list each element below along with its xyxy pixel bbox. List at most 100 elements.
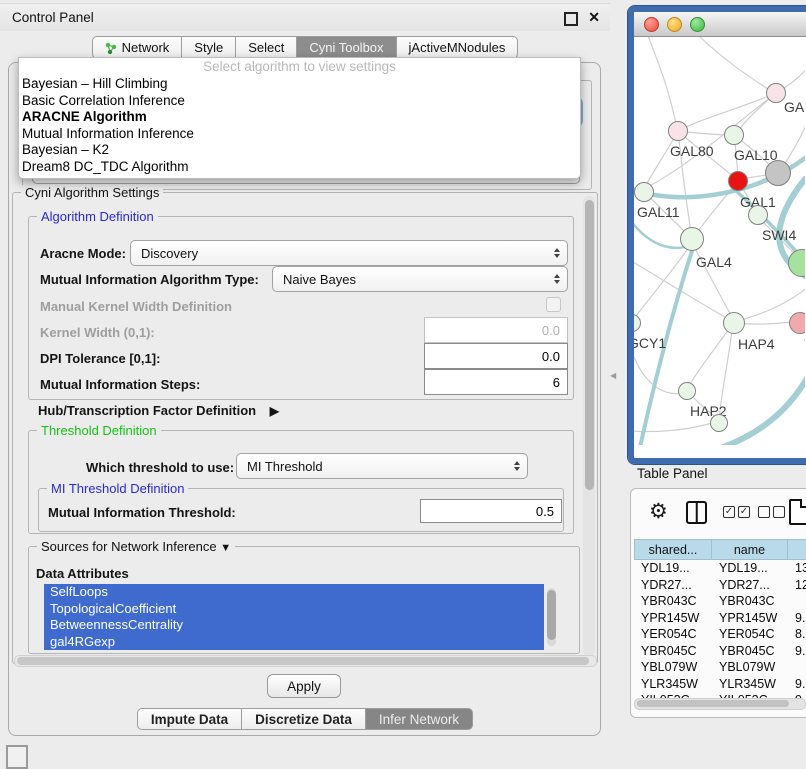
- network-node-hap4[interactable]: [723, 312, 745, 334]
- network-window-titlebar[interactable]: [634, 12, 806, 37]
- algorithm-option-bayesian-hill-climbing[interactable]: Bayesian – Hill Climbing: [19, 76, 580, 93]
- node-label-gal11: GAL11: [637, 204, 680, 220]
- tab-network[interactable]: Network: [92, 36, 183, 59]
- attribute-item-gal4rgexp[interactable]: gal4RGexp: [44, 634, 544, 651]
- threshold-definition-title: Threshold Definition: [37, 423, 161, 438]
- network-node-hap2[interactable]: [678, 382, 696, 400]
- network-node[interactable]: [710, 414, 728, 432]
- kernel-width-field[interactable]: 0.0: [424, 317, 568, 343]
- checked-checkbox-icon[interactable]: ✓: [738, 506, 750, 518]
- bottom-tab-discretize-data[interactable]: Discretize Data: [242, 708, 366, 730]
- zoom-traffic-light-icon[interactable]: [690, 17, 705, 32]
- network-node-swi4[interactable]: [748, 205, 768, 225]
- network-node-gal80[interactable]: [668, 121, 688, 141]
- network-node-gal11[interactable]: [634, 182, 654, 202]
- network-node-gal4[interactable]: [680, 227, 704, 251]
- table-cell: YBR043C: [634, 593, 712, 610]
- network-node[interactable]: [765, 160, 791, 186]
- algorithm-option-aracne-algorithm[interactable]: ARACNE Algorithm: [19, 109, 580, 126]
- mi-algorithm-type-combobox[interactable]: Naive Bayes: [272, 266, 568, 292]
- table-row[interactable]: YBL079WYBL079W: [634, 659, 806, 676]
- close-traffic-light-icon[interactable]: [644, 17, 659, 32]
- aracne-mode-combobox[interactable]: Discovery: [130, 240, 568, 266]
- table-cell: 12: [788, 577, 806, 594]
- mi-threshold-field[interactable]: 0.5: [420, 499, 562, 523]
- columns-icon[interactable]: [686, 501, 707, 524]
- tab-label: Select: [248, 40, 284, 55]
- new-table-icon[interactable]: [789, 499, 806, 525]
- table-cell: YLR345W: [712, 676, 788, 693]
- splitter-handle[interactable]: ◀: [610, 371, 616, 380]
- table-hscrollbar[interactable]: [634, 698, 806, 710]
- data-attributes-list[interactable]: SelfLoopsTopologicalCoefficientBetweenne…: [44, 584, 556, 650]
- unchecked-checkbox-icon[interactable]: [758, 506, 770, 518]
- algorithm-option-bayesian-k2[interactable]: Bayesian – K2: [19, 142, 580, 159]
- hub-definition-toggle[interactable]: Hub/Transcription Factor Definition ▶: [38, 403, 279, 418]
- dpi-tolerance-value: 0.0: [542, 349, 560, 364]
- network-node-gal1[interactable]: [728, 171, 748, 191]
- combo-arrows-icon: [554, 274, 560, 284]
- table-row[interactable]: YBR045CYBR045C9.: [634, 643, 806, 660]
- data-attributes-label: Data Attributes: [36, 566, 129, 581]
- table-row[interactable]: YER054CYER054C8.: [634, 626, 806, 643]
- mi-algorithm-type-label: Mutual Information Algorithm Type:: [40, 272, 259, 287]
- table-row[interactable]: YDL19...YDL19...13: [634, 560, 806, 577]
- bottom-tab-impute-data[interactable]: Impute Data: [137, 708, 242, 730]
- attribute-item-topologicalcoefficient[interactable]: TopologicalCoefficient: [44, 601, 544, 618]
- manual-kernel-width-label: Manual Kernel Width Definition: [40, 299, 232, 314]
- mi-threshold-group-title: MI Threshold Definition: [47, 481, 188, 496]
- table-hscrollbar-thumb[interactable]: [637, 700, 789, 707]
- tab-cyni-toolbox[interactable]: Cyni Toolbox: [297, 36, 396, 59]
- hub-definition-label: Hub/Transcription Factor Definition: [38, 403, 256, 418]
- aracne-mode-value: Discovery: [141, 246, 198, 261]
- table-cell: 8.: [788, 626, 806, 643]
- column-header-name[interactable]: name: [712, 539, 788, 560]
- node-label-gal: GAL: [784, 99, 805, 115]
- manual-kernel-width-checkbox[interactable]: [546, 297, 561, 312]
- network-canvas[interactable]: GALGAL80GAL10GAL1GAL11SWI4GAL4GCY1HAP4YH…: [634, 37, 805, 445]
- node-label-swi4: SWI4: [762, 227, 796, 243]
- attribute-item-betweennesscentrality[interactable]: BetweennessCentrality: [44, 617, 544, 634]
- checked-checkbox-icon[interactable]: ✓: [723, 506, 735, 518]
- expand-right-icon: ▶: [270, 404, 279, 418]
- table-cell: YBR045C: [634, 643, 712, 660]
- control-panel-title: Control Panel: [12, 10, 94, 25]
- column-header-2[interactable]: [788, 539, 806, 560]
- unchecked-checkbox-icon[interactable]: [773, 506, 785, 518]
- network-node-gal[interactable]: [766, 83, 786, 103]
- column-header-shared[interactable]: shared...: [634, 539, 712, 560]
- network-node-y[interactable]: [789, 312, 805, 334]
- algorithm-option-dream8-dc-tdc-algorithm[interactable]: Dream8 DC_TDC Algorithm: [19, 159, 580, 176]
- mi-steps-field[interactable]: 6: [424, 369, 568, 395]
- bottom-tab-infer-network[interactable]: Infer Network: [366, 708, 473, 730]
- settings-scrollbar-thumb[interactable]: [585, 200, 594, 490]
- table-cell: YBR043C: [712, 593, 788, 610]
- table-row[interactable]: YLR345WYLR345W9.: [634, 676, 806, 693]
- tab-jactivemnodules[interactable]: jActiveMNodules: [397, 36, 519, 59]
- table-row[interactable]: YPR145WYPR145W9.: [634, 610, 806, 627]
- network-view-window[interactable]: GALGAL80GAL10GAL1GAL11SWI4GAL4GCY1HAP4YH…: [628, 6, 806, 464]
- tab-bar: NetworkStyle Select Cyni Toolbox jActiveMNo…: [0, 36, 610, 59]
- settings-hscrollbar-thumb[interactable]: [17, 657, 589, 665]
- tab-select[interactable]: Select: [236, 36, 297, 59]
- apply-button[interactable]: Apply: [267, 674, 341, 698]
- attr-list-scrollbar-thumb[interactable]: [547, 590, 556, 640]
- table-row[interactable]: YBR043CYBR043C: [634, 593, 806, 610]
- algorithm-option-mutual-information-inference[interactable]: Mutual Information Inference: [19, 126, 580, 143]
- collapsed-panel-icon[interactable]: [6, 745, 28, 769]
- close-icon[interactable]: ✕: [588, 9, 600, 26]
- float-icon[interactable]: [564, 12, 578, 26]
- sources-title[interactable]: Sources for Network Inference ▼: [37, 539, 235, 554]
- tab-label: Cyni Toolbox: [309, 40, 383, 55]
- minimize-traffic-light-icon[interactable]: [667, 17, 682, 32]
- which-threshold-combobox[interactable]: MI Threshold: [236, 453, 528, 479]
- node-table[interactable]: shared...name YDL19...YDL19...13YDR27...…: [634, 539, 806, 699]
- attribute-item-selfloops[interactable]: SelfLoops: [44, 584, 544, 601]
- table-row[interactable]: YDR27...YDR27...12: [634, 577, 806, 594]
- dpi-tolerance-field[interactable]: 0.0: [424, 343, 568, 369]
- tab-style[interactable]: Style: [182, 36, 236, 59]
- table-cell: YBR045C: [712, 643, 788, 660]
- algorithm-option-basic-correlation-inference[interactable]: Basic Correlation Inference: [19, 93, 580, 110]
- network-node-gal10[interactable]: [724, 125, 744, 145]
- gear-icon[interactable]: ⚙: [649, 499, 668, 524]
